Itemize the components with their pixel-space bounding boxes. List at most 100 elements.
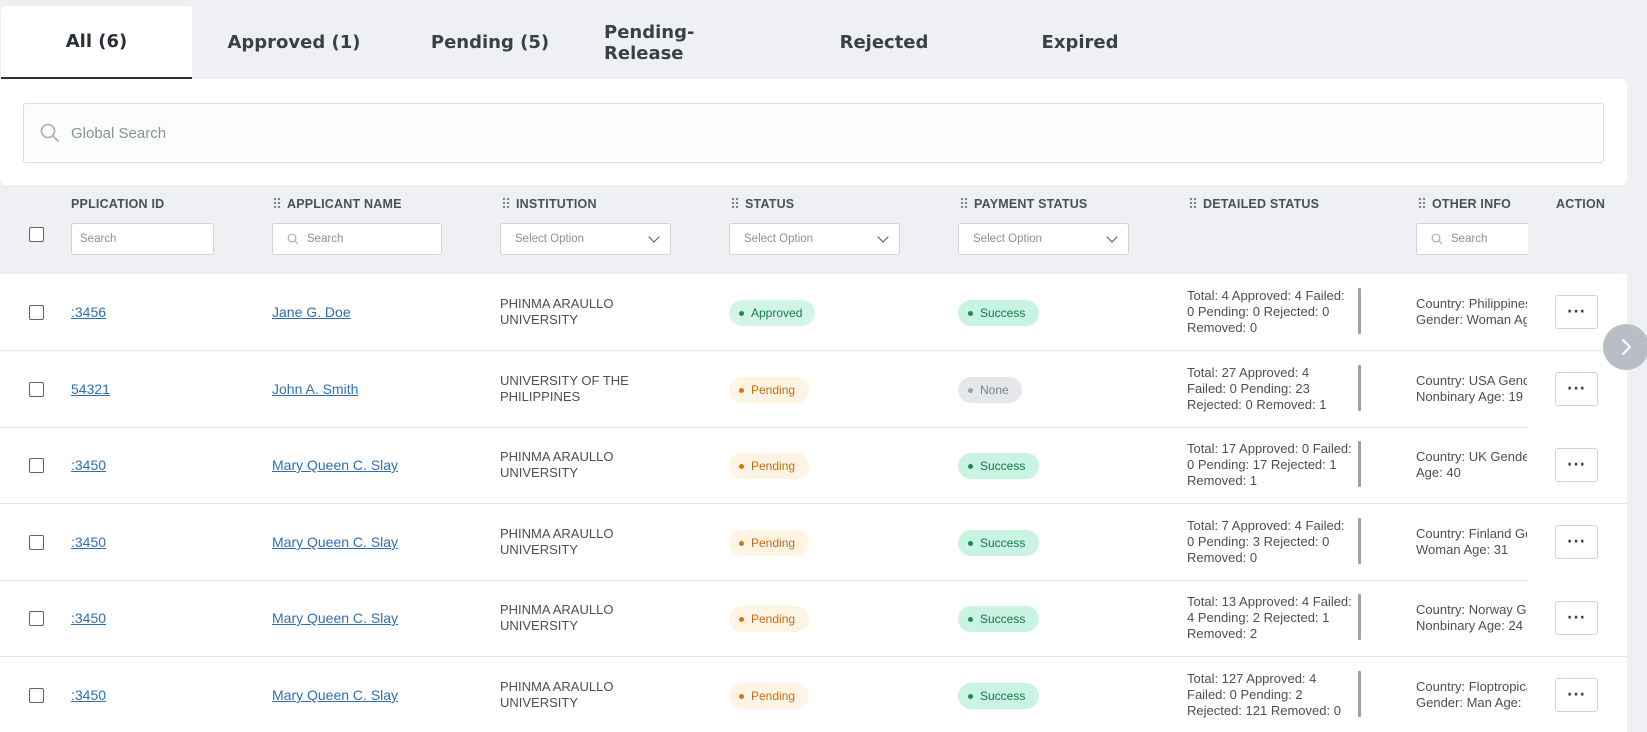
- detail-line: Total: 13 Approved: 4 Failed:: [1187, 594, 1352, 609]
- detail-scrollbar[interactable]: [1358, 288, 1361, 334]
- detailed-status-text: Total: 17 Approved: 0 Failed: 0 Pending:…: [1187, 441, 1367, 489]
- payment-status-badge: Success: [958, 453, 1039, 479]
- status-badge-label: Pending: [751, 383, 796, 397]
- application-id-link[interactable]: :3450: [71, 610, 106, 626]
- detail-line: Total: 127 Approved: 4: [1187, 671, 1317, 686]
- tab-all[interactable]: All (6): [1, 6, 192, 79]
- drag-handle-icon[interactable]: [1189, 197, 1197, 209]
- detail-line: 0 Pending: 3 Rejected: 0: [1187, 534, 1330, 549]
- detail-scrollbar[interactable]: [1358, 441, 1361, 487]
- select-placeholder: Select Option: [744, 233, 814, 245]
- detailed-status-text: Total: 27 Approved: 4 Failed: 0 Pending:…: [1187, 365, 1367, 413]
- detail-line: Total: 17 Approved: 0 Failed:: [1187, 441, 1352, 456]
- search-icon: [287, 233, 299, 245]
- row-checkbox[interactable]: [29, 382, 44, 397]
- tab-approved[interactable]: Approved (1): [214, 6, 374, 79]
- institution-text: PHINMA ARAULLO UNIVERSITY: [500, 296, 660, 328]
- application-id-link[interactable]: :3456: [71, 304, 106, 320]
- drag-handle-icon[interactable]: [502, 197, 510, 209]
- column-header-other-info[interactable]: OTHER INFO: [1418, 197, 1511, 211]
- column-header-application-id[interactable]: PPLICATION ID: [71, 197, 164, 211]
- other-info-text: Country: Norway Gender: Nonbinary Age: 2…: [1416, 602, 1528, 634]
- status-badge-label: Pending: [751, 689, 796, 703]
- action-cell: ···: [1527, 657, 1627, 732]
- column-label: APPLICANT NAME: [287, 197, 402, 211]
- drag-handle-icon[interactable]: [1418, 197, 1426, 209]
- status-badge-label: Pending: [751, 612, 796, 626]
- tab-pending[interactable]: Pending (5): [414, 6, 566, 79]
- row-actions-button[interactable]: ···: [1555, 601, 1598, 635]
- payment-status-select[interactable]: Select Option: [958, 223, 1129, 255]
- drag-handle-icon[interactable]: [960, 197, 968, 209]
- row-checkbox[interactable]: [29, 535, 44, 550]
- application-id-link[interactable]: :3450: [71, 687, 106, 703]
- applicant-name-link[interactable]: Jane G. Doe: [272, 304, 351, 320]
- institution-select[interactable]: Select Option: [500, 223, 671, 255]
- institution-line: UNIVERSITY: [500, 542, 579, 557]
- applicant-name-link[interactable]: Mary Queen C. Slay: [272, 610, 398, 626]
- applicant-name-link[interactable]: Mary Queen C. Slay: [272, 534, 398, 550]
- detailed-status-text: Total: 4 Approved: 4 Failed: 0 Pending: …: [1187, 288, 1367, 336]
- institution-text: PHINMA ARAULLO UNIVERSITY: [500, 602, 660, 634]
- global-search-box: [23, 103, 1604, 163]
- other-info-search-input[interactable]: [1451, 233, 1528, 245]
- tab-expired[interactable]: Expired: [1006, 6, 1154, 79]
- column-header-detailed-status[interactable]: DETAILED STATUS: [1189, 197, 1319, 211]
- institution-line: UNIVERSITY: [500, 312, 579, 327]
- other-info-filter[interactable]: [1416, 223, 1528, 255]
- row-checkbox[interactable]: [29, 458, 44, 473]
- detail-scrollbar[interactable]: [1358, 365, 1361, 411]
- applicant-name-search-input[interactable]: [307, 233, 441, 245]
- drag-handle-icon[interactable]: [273, 197, 281, 209]
- application-id-link[interactable]: 54321: [71, 381, 110, 397]
- detail-scrollbar[interactable]: [1358, 671, 1361, 717]
- status-badge: Approved: [729, 300, 815, 326]
- institution-text: PHINMA ARAULLO UNIVERSITY: [500, 679, 660, 711]
- applicant-name-filter[interactable]: [272, 223, 442, 255]
- applicant-name-link[interactable]: Mary Queen C. Slay: [272, 687, 398, 703]
- row-actions-button[interactable]: ···: [1555, 295, 1598, 329]
- column-header-applicant-name[interactable]: APPLICANT NAME: [273, 197, 402, 211]
- application-id-search-input[interactable]: [80, 233, 213, 245]
- payment-status-badge: Success: [958, 606, 1039, 632]
- payment-status-badge: Success: [958, 300, 1039, 326]
- row-actions-button[interactable]: ···: [1555, 678, 1598, 712]
- row-checkbox[interactable]: [29, 611, 44, 626]
- detail-scrollbar[interactable]: [1358, 594, 1361, 640]
- status-dot: [968, 616, 973, 622]
- scroll-right-button[interactable]: [1603, 324, 1647, 370]
- institution-line: PHINMA ARAULLO: [500, 602, 614, 617]
- row-checkbox[interactable]: [29, 305, 44, 320]
- row-actions-button[interactable]: ···: [1555, 448, 1598, 482]
- application-id-link[interactable]: :3450: [71, 457, 106, 473]
- select-all-checkbox[interactable]: [29, 227, 44, 242]
- payment-status-label: Success: [980, 689, 1026, 703]
- institution-line: PHINMA ARAULLO: [500, 526, 614, 541]
- row-actions-button[interactable]: ···: [1555, 372, 1598, 406]
- status-badge: Pending: [729, 530, 809, 556]
- row-actions-button[interactable]: ···: [1555, 525, 1598, 559]
- select-placeholder: Select Option: [973, 233, 1043, 245]
- global-search-input[interactable]: [71, 124, 1571, 142]
- status-select[interactable]: Select Option: [729, 223, 900, 255]
- row-checkbox[interactable]: [29, 688, 44, 703]
- applicant-name-link[interactable]: John A. Smith: [272, 381, 358, 397]
- other-info-line: Nonbinary Age: 24: [1416, 618, 1523, 633]
- tab-pending-release[interactable]: Pending-Release: [604, 6, 772, 79]
- status-dot: [968, 540, 973, 546]
- payment-status-badge: Success: [958, 530, 1039, 556]
- detail-scrollbar[interactable]: [1358, 518, 1361, 564]
- drag-handle-icon[interactable]: [731, 197, 739, 209]
- application-id-filter[interactable]: [71, 223, 214, 255]
- payment-status-label: None: [980, 383, 1009, 397]
- column-header-payment-status[interactable]: PAYMENT STATUS: [960, 197, 1087, 211]
- detail-line: 0 Pending: 17 Rejected: 1: [1187, 457, 1337, 472]
- detail-line: Removed: 0: [1187, 550, 1258, 565]
- application-id-link[interactable]: :3450: [71, 534, 106, 550]
- applicant-name-link[interactable]: Mary Queen C. Slay: [272, 457, 398, 473]
- column-header-institution[interactable]: INSTITUTION: [502, 197, 597, 211]
- column-header-status[interactable]: STATUS: [731, 197, 794, 211]
- tab-rejected[interactable]: Rejected: [810, 6, 958, 79]
- institution-line: PHINMA ARAULLO: [500, 679, 614, 694]
- status-dot: [739, 616, 744, 622]
